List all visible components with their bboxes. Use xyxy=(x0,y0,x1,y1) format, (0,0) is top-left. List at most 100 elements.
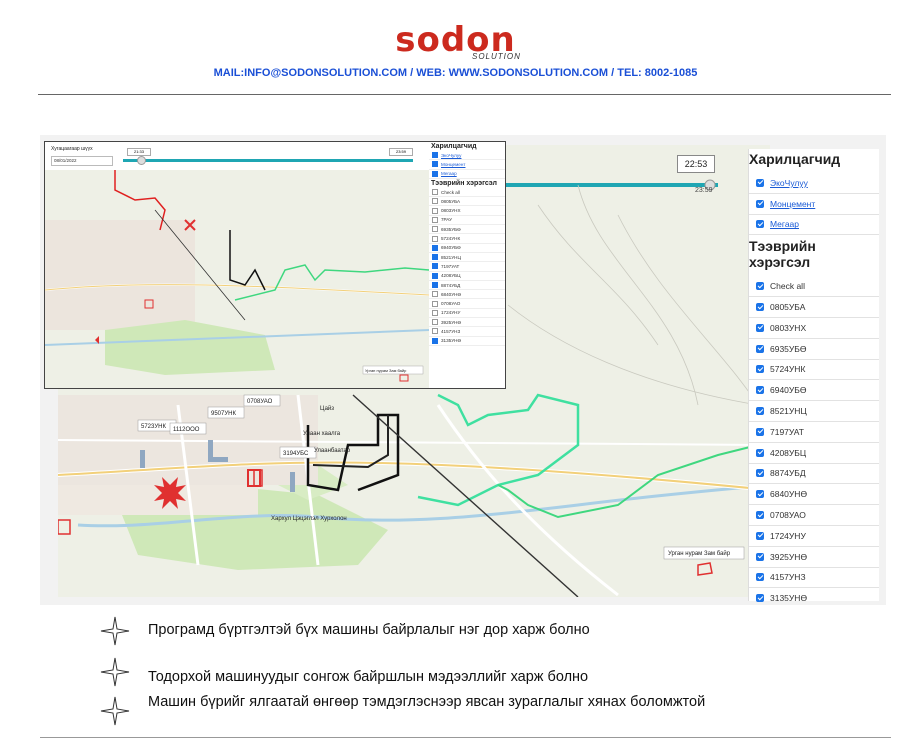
inset-map[interactable]: Урган нурам Зам байр xyxy=(45,170,429,388)
inset-vehicle-row[interactable]: 7РАУ xyxy=(429,216,505,226)
checkbox-icon[interactable] xyxy=(756,344,764,353)
checkbox-icon[interactable] xyxy=(756,594,764,603)
inset-vehicle-row[interactable]: 8874УБД xyxy=(429,281,505,291)
vehicle-row[interactable]: 6940УБӨ xyxy=(749,380,879,402)
checkbox-icon[interactable] xyxy=(432,244,438,251)
inset-vehicle-row[interactable]: 1724УНУ xyxy=(429,309,505,319)
checkbox-icon[interactable] xyxy=(432,272,438,279)
vehicle-row[interactable]: 0805УБА xyxy=(749,297,879,318)
inset-vehicle-row[interactable]: 0708УАО xyxy=(429,299,505,309)
inset-vehicle-row[interactable]: 8521УНЦ xyxy=(429,253,505,263)
inset-vehicle-row[interactable]: 3925УНӨ xyxy=(429,318,505,328)
time-input[interactable]: 22:53 xyxy=(677,155,715,173)
inset-contact-row[interactable]: Монцемент xyxy=(429,160,505,170)
inset-vehicle-label: 0805УБА xyxy=(441,198,461,204)
checkbox-icon[interactable] xyxy=(756,303,764,312)
inset-vehicle-row[interactable]: 7197УАТ xyxy=(429,262,505,272)
map-label: Улаанбаатар xyxy=(314,448,351,454)
checkbox-icon[interactable] xyxy=(756,552,764,561)
checkbox-icon[interactable] xyxy=(432,337,438,344)
vehicle-row[interactable]: 0803УНХ xyxy=(749,318,879,339)
checkbox-icon[interactable] xyxy=(432,216,438,223)
checkbox-icon[interactable] xyxy=(432,161,438,168)
checkbox-icon[interactable] xyxy=(756,407,764,416)
checkbox-icon[interactable] xyxy=(432,319,438,326)
vehicle-row[interactable]: 0708УАО xyxy=(749,505,879,526)
checkbox-icon[interactable] xyxy=(432,291,438,298)
vehicle-row[interactable]: 5724УНК xyxy=(749,360,879,381)
inset-vehicles-title: Тээврийн хэрэгсэл xyxy=(431,179,497,187)
inset-contact-link[interactable]: Мегаар xyxy=(441,171,457,176)
contact-link[interactable]: Мегаар xyxy=(770,219,799,229)
inset-slider-knob[interactable] xyxy=(137,156,146,165)
vehicle-row[interactable]: 3135УНӨ xyxy=(749,588,879,605)
checkbox-icon[interactable] xyxy=(756,220,764,229)
vehicle-row[interactable]: 6935УБӨ xyxy=(749,339,879,360)
inset-vehicle-row[interactable]: Check all xyxy=(429,188,505,198)
vehicle-row[interactable]: 4208УБЦ xyxy=(749,443,879,464)
inset-vehicle-row[interactable]: 5724УНК xyxy=(429,234,505,244)
inset-vehicle-label: 0708УАО xyxy=(441,301,461,307)
header-divider xyxy=(38,94,891,95)
checkbox-icon[interactable] xyxy=(756,282,764,291)
contact-row[interactable]: ЭкоЧулуу xyxy=(749,173,879,194)
checkbox-icon[interactable] xyxy=(432,170,438,177)
inset-contact-row[interactable]: Мегаар xyxy=(429,170,505,179)
inset-vehicle-row[interactable]: 3135УНӨ xyxy=(429,337,505,346)
checkbox-icon[interactable] xyxy=(432,207,438,214)
inset-date-input[interactable]: 08/01/2022 xyxy=(51,156,113,166)
inset-vehicle-row[interactable]: 4157УНЗ xyxy=(429,327,505,337)
checkbox-icon[interactable] xyxy=(756,448,764,457)
inset-time-start[interactable]: 21:33 xyxy=(127,148,151,156)
inset-vehicle-row[interactable]: 0805УБА xyxy=(429,197,505,207)
checkbox-icon[interactable] xyxy=(432,235,438,242)
inset-vehicle-row[interactable]: 6840УНӨ xyxy=(429,290,505,300)
inset-vehicle-label: 0803УНХ xyxy=(441,208,461,214)
checkbox-icon[interactable] xyxy=(756,531,764,540)
vehicle-row[interactable]: 1724УНУ xyxy=(749,526,879,547)
inset-vehicle-row[interactable]: 6935УБӨ xyxy=(429,225,505,235)
checkbox-icon[interactable] xyxy=(756,178,764,187)
checkbox-icon[interactable] xyxy=(756,365,764,374)
vehicle-row[interactable]: 8874УБД xyxy=(749,464,879,485)
checkbox-icon[interactable] xyxy=(756,386,764,395)
checkbox-icon[interactable] xyxy=(756,511,764,520)
checkbox-icon[interactable] xyxy=(432,309,438,316)
vehicle-row[interactable]: 6840УНӨ xyxy=(749,484,879,506)
checkbox-icon[interactable] xyxy=(756,469,764,478)
contact-row[interactable]: Монцемент xyxy=(749,194,879,215)
inset-time-end[interactable]: 23:59 xyxy=(389,148,413,156)
checkbox-icon[interactable] xyxy=(432,198,438,205)
inset-vehicle-row[interactable]: 0803УНХ xyxy=(429,206,505,216)
checkbox-icon[interactable] xyxy=(432,263,438,270)
inset-vehicle-row[interactable]: 4208УБЦ xyxy=(429,272,505,281)
vehicle-row[interactable]: 7197УАТ xyxy=(749,422,879,443)
feature-text: Програмд бүртгэлтэй бүх машины байрлалыг… xyxy=(148,622,590,638)
vehicle-row[interactable]: 4157УНЗ xyxy=(749,568,879,589)
check-all-row[interactable]: Check all xyxy=(749,276,879,298)
checkbox-icon[interactable] xyxy=(756,199,764,208)
inset-vehicle-row[interactable]: 6940УБӨ xyxy=(429,244,505,253)
checkbox-icon[interactable] xyxy=(432,152,438,159)
contact-link[interactable]: ЭкоЧулуу xyxy=(770,178,808,188)
contact-link[interactable]: Монцемент xyxy=(770,199,815,209)
inset-contact-row[interactable]: ЭкоЧулуу xyxy=(429,151,505,161)
checkbox-icon[interactable] xyxy=(756,427,764,436)
checkbox-icon[interactable] xyxy=(432,189,438,196)
checkbox-icon[interactable] xyxy=(432,282,438,288)
inset-contact-link[interactable]: Монцемент xyxy=(441,162,465,167)
checkbox-icon[interactable] xyxy=(432,300,438,307)
vehicle-row[interactable]: 8521УНЦ xyxy=(749,401,879,422)
inset-contact-link[interactable]: ЭкоЧулуу xyxy=(441,153,461,158)
sparkle-icon xyxy=(100,696,130,726)
checkbox-icon[interactable] xyxy=(432,226,438,233)
contact-row[interactable]: Мегаар xyxy=(749,215,879,236)
checkbox-icon[interactable] xyxy=(756,323,764,332)
inset-time-slider[interactable] xyxy=(123,159,413,162)
checkbox-icon[interactable] xyxy=(432,328,438,335)
checkbox-icon[interactable] xyxy=(756,490,764,499)
inset-vehicle-label: 6935УБӨ xyxy=(441,226,461,232)
vehicle-row[interactable]: 3925УНӨ xyxy=(749,547,879,568)
checkbox-icon[interactable] xyxy=(432,254,438,261)
checkbox-icon[interactable] xyxy=(756,573,764,582)
